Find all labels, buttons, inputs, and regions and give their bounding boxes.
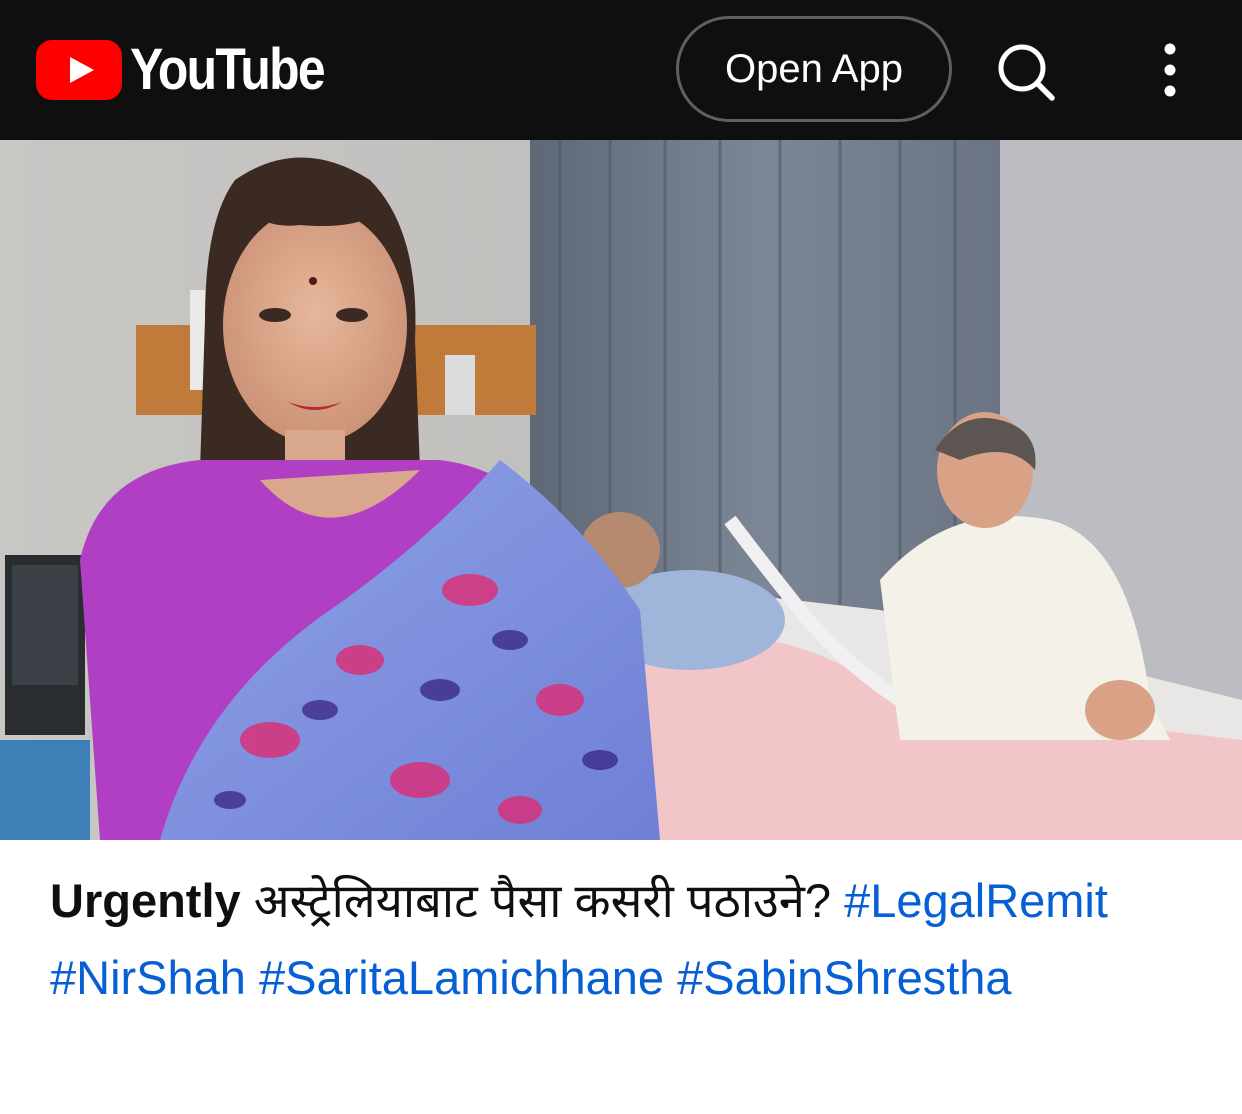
logo-text: YouTube — [130, 37, 326, 102]
hashtag-link[interactable]: #SabinShrestha — [677, 951, 1011, 1004]
title-lead: Urgently — [50, 874, 241, 927]
hashtag-link[interactable]: #LegalRemit — [844, 874, 1108, 927]
search-icon — [998, 44, 1055, 101]
hashtag-link[interactable]: #SaritaLamichhane — [259, 951, 664, 1004]
open-app-button[interactable]: Open App — [676, 16, 952, 122]
top-app-bar: YouTube Open App — [0, 0, 1242, 140]
more-options-button[interactable] — [1146, 40, 1194, 100]
video-title: Urgently अस्ट्रेलियाबाट पैसा कसरी पठाउने… — [50, 862, 1200, 1016]
video-title-area: Urgently अस्ट्रेलियाबाट पैसा कसरी पठाउने… — [50, 862, 1200, 1016]
video-player[interactable] — [0, 140, 1242, 840]
youtube-play-icon — [36, 40, 122, 100]
title-text: अस्ट्रेलियाबाट पैसा कसरी पठाउने? — [253, 874, 831, 927]
hashtag-link[interactable]: #NirShah — [50, 951, 246, 1004]
video-thumbnail — [0, 140, 1242, 840]
search-button[interactable] — [992, 38, 1060, 106]
youtube-logo[interactable]: YouTube — [36, 40, 355, 100]
more-vert-icon — [1164, 43, 1176, 97]
